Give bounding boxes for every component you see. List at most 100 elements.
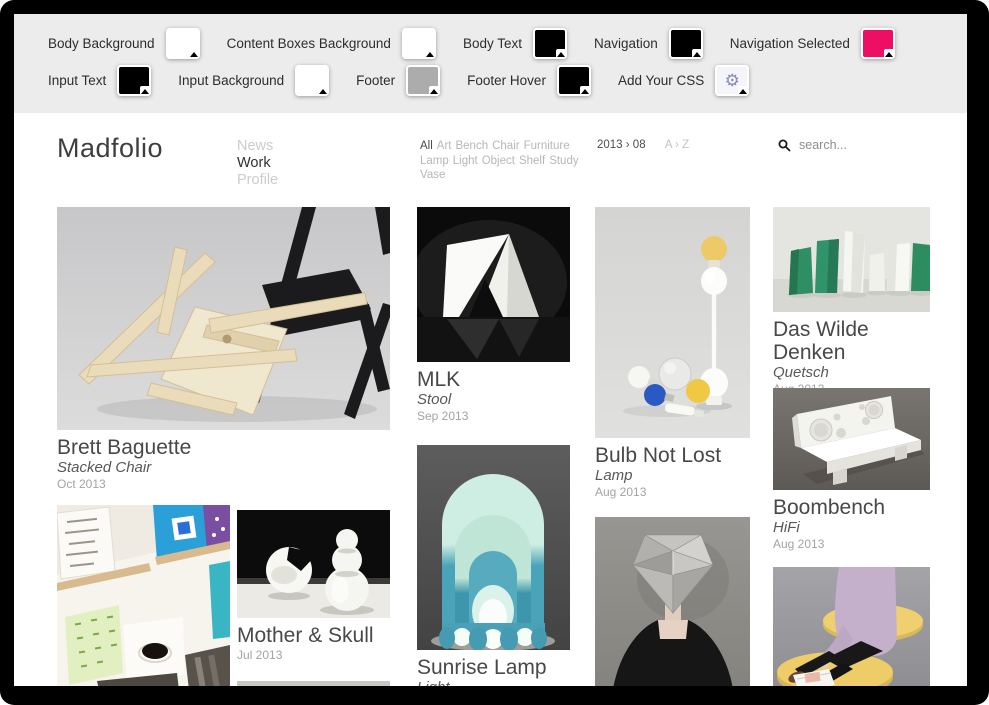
picker-arrow-icon bbox=[429, 86, 439, 95]
portfolio-item-sunrise-lamp: Sunrise Lamp Light bbox=[417, 445, 570, 686]
theme-customizer-toolbar: Body Background Content Boxes Background… bbox=[14, 14, 967, 113]
category-object[interactable]: Object bbox=[482, 155, 515, 167]
search-input[interactable] bbox=[797, 137, 931, 153]
artwork-image bbox=[237, 510, 390, 618]
category-art[interactable]: Art bbox=[437, 140, 452, 152]
artwork-mlk[interactable] bbox=[417, 207, 570, 362]
item-title[interactable]: Das Wilde Denken bbox=[773, 318, 930, 364]
input-background-swatch[interactable] bbox=[295, 65, 329, 96]
portfolio-item-mother-skull: Mother & Skull Jul 2013 bbox=[237, 510, 390, 663]
item-date: Aug 2013 bbox=[773, 537, 930, 552]
picker-arrow-icon bbox=[556, 49, 566, 58]
control-label: Content Boxes Background bbox=[227, 36, 391, 51]
app-window: Body Background Content Boxes Background… bbox=[0, 0, 989, 705]
item-title[interactable]: Brett Baguette bbox=[57, 436, 390, 459]
control-label: Navigation Selected bbox=[730, 36, 850, 51]
artwork-boombench[interactable] bbox=[773, 388, 930, 490]
category-lamp[interactable]: Lamp bbox=[420, 155, 449, 167]
artwork-mother-skull[interactable] bbox=[237, 510, 390, 618]
control-label: Footer Hover bbox=[467, 73, 546, 88]
body-text-swatch[interactable] bbox=[533, 28, 567, 59]
artwork-mask[interactable] bbox=[595, 517, 750, 686]
body-background-swatch[interactable] bbox=[166, 28, 200, 59]
control-body-text: Body Text bbox=[463, 28, 567, 59]
category-chair[interactable]: Chair bbox=[492, 140, 519, 152]
category-line: Lamp Light Object Shelf Study bbox=[420, 154, 595, 169]
control-add-your-css: Add Your CSS bbox=[618, 65, 749, 96]
artwork-sunrise-lamp[interactable] bbox=[417, 445, 570, 650]
category-vase[interactable]: Vase bbox=[420, 169, 445, 181]
item-title[interactable]: Bulb Not Lost bbox=[595, 444, 750, 467]
item-caption: Brett Baguette Stacked Chair Oct 2013 bbox=[57, 436, 390, 492]
artwork-image bbox=[595, 517, 750, 686]
item-title[interactable]: Boombench bbox=[773, 496, 930, 519]
artwork-partial bbox=[237, 681, 390, 686]
item-subtitle: HiFi bbox=[773, 519, 930, 536]
control-label: Body Background bbox=[48, 36, 155, 51]
toolbar-row-2: Input Text Input Background Footer bbox=[14, 62, 967, 99]
footer-hover-swatch[interactable] bbox=[557, 65, 591, 96]
item-caption: Bulb Not Lost Lamp Aug 2013 bbox=[595, 444, 750, 500]
category-light[interactable]: Light bbox=[453, 155, 478, 167]
site-logo[interactable]: Madfolio bbox=[57, 133, 163, 164]
item-date: Aug 2013 bbox=[595, 485, 750, 500]
picker-arrow-icon bbox=[884, 49, 894, 58]
search-box bbox=[778, 137, 931, 153]
toolbar-row-1: Body Background Content Boxes Background… bbox=[14, 25, 967, 62]
control-footer-hover: Footer Hover bbox=[467, 65, 591, 96]
site-preview: Madfolio News Work Profile All ArtBench Ch… bbox=[14, 113, 967, 686]
input-text-swatch[interactable] bbox=[117, 65, 151, 96]
control-body-background: Body Background bbox=[48, 28, 200, 59]
picker-arrow-icon bbox=[425, 49, 435, 58]
item-subtitle: Light bbox=[417, 679, 570, 686]
artwork-image bbox=[417, 207, 570, 362]
navigation-selected-swatch[interactable] bbox=[861, 28, 895, 59]
control-input-text: Input Text bbox=[48, 65, 151, 96]
control-footer: Footer bbox=[356, 65, 440, 96]
control-label: Navigation bbox=[594, 36, 658, 51]
content-boxes-background-swatch[interactable] bbox=[402, 28, 436, 59]
item-date: Sep 2013 bbox=[417, 409, 570, 424]
footer-swatch[interactable] bbox=[406, 65, 440, 96]
category-study[interactable]: Study bbox=[549, 155, 578, 167]
item-title[interactable]: Sunrise Lamp bbox=[417, 656, 570, 679]
category-furniture[interactable]: Furniture bbox=[524, 140, 570, 152]
search-icon[interactable] bbox=[778, 139, 791, 152]
nav-item-work[interactable]: Work bbox=[237, 155, 278, 172]
item-subtitle: Quetsch bbox=[773, 364, 930, 381]
category-bench[interactable]: Bench bbox=[455, 140, 488, 152]
item-title[interactable]: Mother & Skull bbox=[237, 624, 390, 647]
navigation-swatch[interactable] bbox=[669, 28, 703, 59]
alpha-sort[interactable]: A › Z bbox=[665, 139, 689, 151]
portfolio-item-das-wilde-denken: Das Wilde Denken Quetsch Aug 2013 bbox=[773, 207, 930, 397]
nav-item-profile[interactable]: Profile bbox=[237, 172, 278, 189]
add-css-button[interactable] bbox=[715, 65, 749, 96]
nav-item-news[interactable]: News bbox=[237, 138, 278, 155]
item-title[interactable]: MLK bbox=[417, 368, 570, 391]
main-navigation: News Work Profile bbox=[237, 138, 278, 189]
item-caption: MLK Stool Sep 2013 bbox=[417, 368, 570, 424]
artwork-yellow-stools[interactable] bbox=[773, 567, 930, 686]
portfolio-item-bulb-not-lost: Bulb Not Lost Lamp Aug 2013 bbox=[595, 207, 750, 500]
item-caption: Mother & Skull Jul 2013 bbox=[237, 624, 390, 663]
item-subtitle: Stacked Chair bbox=[57, 459, 390, 476]
artwork-brett-baguette[interactable] bbox=[57, 207, 390, 430]
item-subtitle: Lamp bbox=[595, 467, 750, 484]
portfolio-item-boombench: Boombench HiFi Aug 2013 bbox=[773, 388, 930, 552]
picker-arrow-icon bbox=[692, 49, 702, 58]
item-caption: Das Wilde Denken Quetsch Aug 2013 bbox=[773, 318, 930, 397]
artwork-image bbox=[773, 388, 930, 490]
portfolio-item-partial[interactable] bbox=[237, 681, 390, 686]
picker-arrow-icon bbox=[189, 49, 199, 58]
category-all[interactable]: All bbox=[420, 140, 433, 152]
item-caption: Boombench HiFi Aug 2013 bbox=[773, 496, 930, 552]
date-filter[interactable]: 2013 › 08 bbox=[597, 139, 646, 151]
artwork-image bbox=[773, 567, 930, 686]
artwork-image bbox=[57, 207, 390, 430]
control-navigation-selected: Navigation Selected bbox=[730, 28, 895, 59]
artwork-shelf[interactable] bbox=[57, 505, 230, 686]
artwork-bulb-not-lost[interactable] bbox=[595, 207, 750, 438]
control-label: Footer bbox=[356, 73, 395, 88]
category-shelf[interactable]: Shelf bbox=[519, 155, 545, 167]
artwork-das-wilde-denken[interactable] bbox=[773, 207, 930, 312]
